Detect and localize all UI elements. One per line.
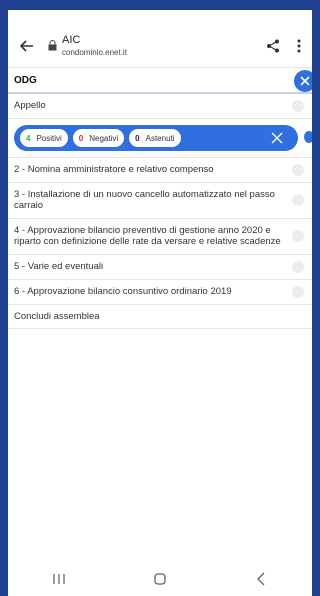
close-vote-bar-button[interactable] xyxy=(268,129,286,147)
vote-summary-bar: 4 Positivi 0 Negativi 0 Astenuti xyxy=(14,125,298,151)
close-icon xyxy=(271,132,283,144)
recent-apps-button[interactable] xyxy=(44,569,74,589)
home-icon xyxy=(154,573,166,585)
positive-votes-pill[interactable]: 4 Positivi xyxy=(20,129,68,147)
positive-count: 4 xyxy=(26,133,31,143)
agenda-list: Appello 4 Positivi 0 Negativi 0 Astenuti xyxy=(8,94,312,329)
browser-toolbar: AIC condominio.enet.it xyxy=(8,24,312,68)
agenda-item-concludi[interactable]: Concludi assemblea xyxy=(8,305,312,329)
close-icon xyxy=(300,76,310,86)
phone-screen: AIC condominio.enet.it ODG Appello 4 Pos… xyxy=(8,10,312,596)
back-arrow-icon[interactable] xyxy=(16,35,38,57)
abstained-label: Astenuti xyxy=(145,133,175,143)
android-nav-bar xyxy=(8,562,312,596)
status-radio[interactable] xyxy=(292,100,304,112)
status-radio[interactable] xyxy=(292,260,304,273)
status-strip xyxy=(8,10,312,24)
abstained-votes-pill[interactable]: 0 Astenuti xyxy=(129,129,181,147)
odg-title: ODG xyxy=(14,74,37,86)
more-menu-icon[interactable] xyxy=(294,35,304,57)
agenda-item-4[interactable]: 4 - Approvazione bilancio preventivo di … xyxy=(8,219,312,255)
status-radio[interactable] xyxy=(292,164,304,176)
lock-icon xyxy=(44,38,60,54)
agenda-item-label: 2 - Nomina amministratore e relativo com… xyxy=(14,164,214,176)
negative-label: Negativi xyxy=(89,133,119,143)
home-button[interactable] xyxy=(145,569,175,589)
agenda-item-2[interactable]: 2 - Nomina amministratore e relativo com… xyxy=(8,158,312,183)
chevron-left-icon xyxy=(257,572,265,586)
status-radio[interactable] xyxy=(304,131,312,143)
address-bar[interactable]: AIC condominio.enet.it xyxy=(62,33,262,57)
agenda-item-6[interactable]: 6 - Approvazione bilancio consuntivo ord… xyxy=(8,280,312,305)
agenda-item-label: Concludi assemblea xyxy=(14,310,100,322)
agenda-item-label: Appello xyxy=(14,100,46,112)
system-back-button[interactable] xyxy=(246,569,276,589)
agenda-item-label: 5 - Varie ed eventuali xyxy=(14,260,104,272)
agenda-item-3[interactable]: 3 - Installazione di un nuovo cancello a… xyxy=(8,183,312,219)
negative-count: 0 xyxy=(78,133,84,143)
agenda-item-label: 6 - Approvazione bilancio consuntivo ord… xyxy=(14,285,232,297)
site-title: AIC xyxy=(62,33,81,46)
status-radio[interactable] xyxy=(292,285,304,298)
agenda-item-label: 4 - Approvazione bilancio preventivo di … xyxy=(14,224,281,248)
odg-header: ODG xyxy=(8,68,312,94)
vote-summary-row: 4 Positivi 0 Negativi 0 Astenuti xyxy=(8,119,312,158)
status-radio[interactable] xyxy=(292,230,304,243)
share-icon[interactable] xyxy=(262,35,284,57)
site-url: condominio.enet.it xyxy=(62,47,127,57)
positive-label: Positivi xyxy=(36,133,62,143)
negative-votes-pill[interactable]: 0 Negativi xyxy=(72,129,125,147)
close-odg-button[interactable] xyxy=(294,70,312,92)
agenda-item-label: 3 - Installazione di un nuovo cancello a… xyxy=(14,189,275,212)
recent-apps-icon xyxy=(53,574,65,584)
agenda-item-appello[interactable]: Appello xyxy=(8,94,312,119)
status-radio[interactable] xyxy=(292,194,304,207)
abstained-count: 0 xyxy=(135,133,140,143)
agenda-item-5[interactable]: 5 - Varie ed eventuali xyxy=(8,255,312,280)
